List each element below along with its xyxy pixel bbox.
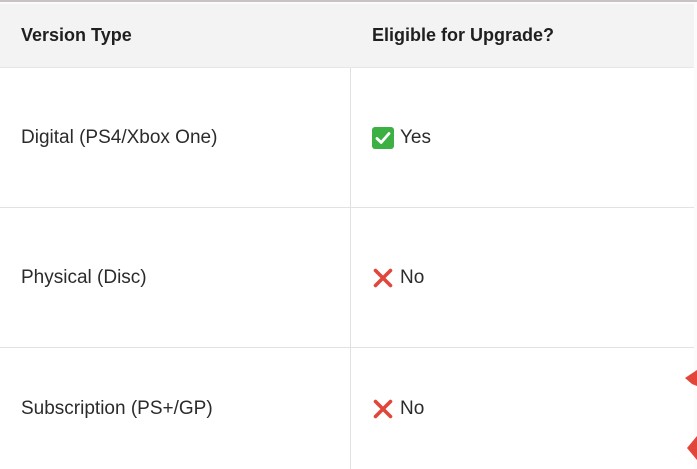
edge-arrow-decoration [683, 352, 697, 469]
row-physical-status: No [351, 208, 694, 348]
row-subscription-status: No [351, 348, 694, 469]
status-label: No [400, 398, 425, 419]
row-physical-version: Physical (Disc) [0, 208, 351, 348]
video-frame: Version Type Eligible for Upgrade? Digit… [0, 0, 697, 469]
upgrade-eligibility-table: Version Type Eligible for Upgrade? Digit… [0, 4, 694, 469]
status-label: No [400, 266, 425, 288]
row-subscription-version: Subscription (PS+/GP) [0, 348, 351, 469]
column-header-eligible: Eligible for Upgrade? [351, 4, 694, 68]
column-header-version-type: Version Type [0, 4, 351, 68]
cross-mark-icon [372, 267, 394, 289]
status-label: Yes [400, 126, 431, 148]
row-digital-status: Yes [351, 68, 694, 208]
cross-mark-icon [372, 398, 394, 420]
check-mark-icon [372, 126, 394, 149]
row-digital-version: Digital (PS4/Xbox One) [0, 68, 351, 208]
